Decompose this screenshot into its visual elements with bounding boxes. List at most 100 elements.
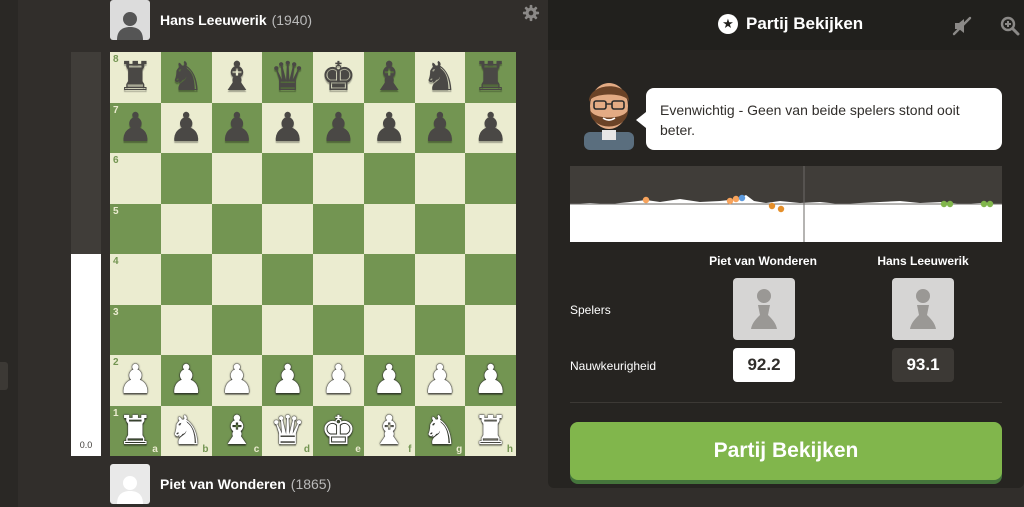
square-f1[interactable]: f ♝ <box>363 405 415 456</box>
white-piece[interactable]: ♟ <box>371 360 407 400</box>
square-h3[interactable] <box>465 304 516 355</box>
black-piece[interactable]: ♜ <box>473 57 509 97</box>
black-piece[interactable]: ♟ <box>422 108 458 148</box>
square-g5[interactable] <box>414 203 466 254</box>
black-piece[interactable]: ♝ <box>219 57 255 97</box>
white-piece[interactable]: ♜ <box>117 411 153 451</box>
evaluation-graph[interactable] <box>570 166 1002 242</box>
square-e1[interactable]: e ♚ <box>313 405 364 456</box>
white-piece[interactable]: ♟ <box>117 360 153 400</box>
square-a4[interactable]: 4 <box>110 254 161 305</box>
square-b7[interactable]: ♟ <box>160 102 212 153</box>
white-piece[interactable]: ♟ <box>422 360 458 400</box>
white-piece[interactable]: ♟ <box>473 360 509 400</box>
top-player-name[interactable]: Hans Leeuwerik <box>160 12 267 28</box>
square-g3[interactable] <box>414 304 466 355</box>
square-g1[interactable]: g ♞ <box>414 405 466 456</box>
square-f2[interactable]: ♟ <box>363 355 415 406</box>
black-piece[interactable]: ♞ <box>168 57 204 97</box>
black-piece[interactable]: ♛ <box>270 57 306 97</box>
avatar[interactable] <box>110 464 150 504</box>
square-f7[interactable]: ♟ <box>363 102 415 153</box>
black-piece[interactable]: ♟ <box>270 108 306 148</box>
avatar[interactable] <box>110 0 150 40</box>
square-a1[interactable]: 1 a ♜ <box>110 405 161 456</box>
black-piece[interactable]: ♚ <box>320 57 356 97</box>
square-h7[interactable]: ♟ <box>465 102 516 153</box>
bottom-player-name[interactable]: Piet van Wonderen <box>160 476 286 492</box>
square-e8[interactable]: ♚ <box>313 52 364 103</box>
square-c8[interactable]: ♝ <box>211 52 263 103</box>
square-g4[interactable] <box>414 254 466 305</box>
square-c7[interactable]: ♟ <box>211 102 263 153</box>
square-h4[interactable] <box>465 254 516 305</box>
square-a7[interactable]: 7 ♟ <box>110 102 161 153</box>
square-d1[interactable]: d ♛ <box>262 405 313 456</box>
white-piece[interactable]: ♟ <box>168 360 204 400</box>
white-piece[interactable]: ♚ <box>320 411 356 451</box>
black-piece[interactable]: ♟ <box>320 108 356 148</box>
square-d3[interactable] <box>262 304 313 355</box>
white-piece[interactable]: ♞ <box>422 411 458 451</box>
square-c3[interactable] <box>211 304 263 355</box>
square-d4[interactable] <box>262 254 313 305</box>
black-piece[interactable]: ♟ <box>473 108 509 148</box>
square-h6[interactable] <box>465 153 516 204</box>
square-a2[interactable]: 2 ♟ <box>110 355 161 406</box>
square-h8[interactable]: ♜ <box>465 52 516 103</box>
white-piece[interactable]: ♝ <box>219 411 255 451</box>
mute-icon[interactable] <box>952 16 972 36</box>
black-piece[interactable]: ♟ <box>371 108 407 148</box>
square-b1[interactable]: b ♞ <box>160 405 212 456</box>
black-piece[interactable]: ♜ <box>117 57 153 97</box>
black-piece[interactable]: ♟ <box>168 108 204 148</box>
white-piece[interactable]: ♛ <box>270 411 306 451</box>
square-b6[interactable] <box>160 153 212 204</box>
square-e7[interactable]: ♟ <box>313 102 364 153</box>
square-e5[interactable] <box>313 203 364 254</box>
square-f6[interactable] <box>363 153 415 204</box>
square-f4[interactable] <box>363 254 415 305</box>
square-a8[interactable]: 8 ♜ <box>110 52 161 103</box>
square-c4[interactable] <box>211 254 263 305</box>
square-f3[interactable] <box>363 304 415 355</box>
square-e3[interactable] <box>313 304 364 355</box>
black-piece[interactable]: ♝ <box>371 57 407 97</box>
gear-icon[interactable] <box>522 4 540 22</box>
black-piece[interactable]: ♟ <box>117 108 153 148</box>
square-b8[interactable]: ♞ <box>160 52 212 103</box>
white-piece[interactable]: ♞ <box>168 411 204 451</box>
square-a3[interactable]: 3 <box>110 304 161 355</box>
white-piece[interactable]: ♝ <box>371 411 407 451</box>
square-d5[interactable] <box>262 203 313 254</box>
square-c6[interactable] <box>211 153 263 204</box>
white-piece[interactable]: ♟ <box>320 360 356 400</box>
square-b4[interactable] <box>160 254 212 305</box>
black-piece[interactable]: ♞ <box>422 57 458 97</box>
square-e2[interactable]: ♟ <box>313 355 364 406</box>
square-b5[interactable] <box>160 203 212 254</box>
square-e4[interactable] <box>313 254 364 305</box>
square-g6[interactable] <box>414 153 466 204</box>
square-a6[interactable]: 6 <box>110 153 161 204</box>
sidebar-toggle[interactable] <box>0 362 8 390</box>
square-c2[interactable]: ♟ <box>211 355 263 406</box>
square-a5[interactable]: 5 <box>110 203 161 254</box>
white-piece[interactable]: ♜ <box>473 411 509 451</box>
square-h5[interactable] <box>465 203 516 254</box>
square-d8[interactable]: ♛ <box>262 52 313 103</box>
square-f8[interactable]: ♝ <box>363 52 415 103</box>
square-c1[interactable]: c ♝ <box>211 405 263 456</box>
chess-board[interactable]: 8 ♜ ♞ ♝ ♛ ♚ ♝ ♞ ♜ 7 ♟ ♟ ♟ ♟ ♟ ♟ ♟ ♟ 6 5 4 3 2 ♟ ♟ ♟ ♟ ♟ ♟ ♟ ♟ 1 a ♜ b ♞ c ♝ d ♛… <box>110 52 516 456</box>
square-h1[interactable]: h ♜ <box>465 405 516 456</box>
square-g2[interactable]: ♟ <box>414 355 466 406</box>
review-game-button[interactable]: Partij Bekijken <box>570 422 1002 480</box>
square-g8[interactable]: ♞ <box>414 52 466 103</box>
square-b2[interactable]: ♟ <box>160 355 212 406</box>
square-d2[interactable]: ♟ <box>262 355 313 406</box>
square-d7[interactable]: ♟ <box>262 102 313 153</box>
square-f5[interactable] <box>363 203 415 254</box>
square-b3[interactable] <box>160 304 212 355</box>
square-c5[interactable] <box>211 203 263 254</box>
white-piece[interactable]: ♟ <box>219 360 255 400</box>
